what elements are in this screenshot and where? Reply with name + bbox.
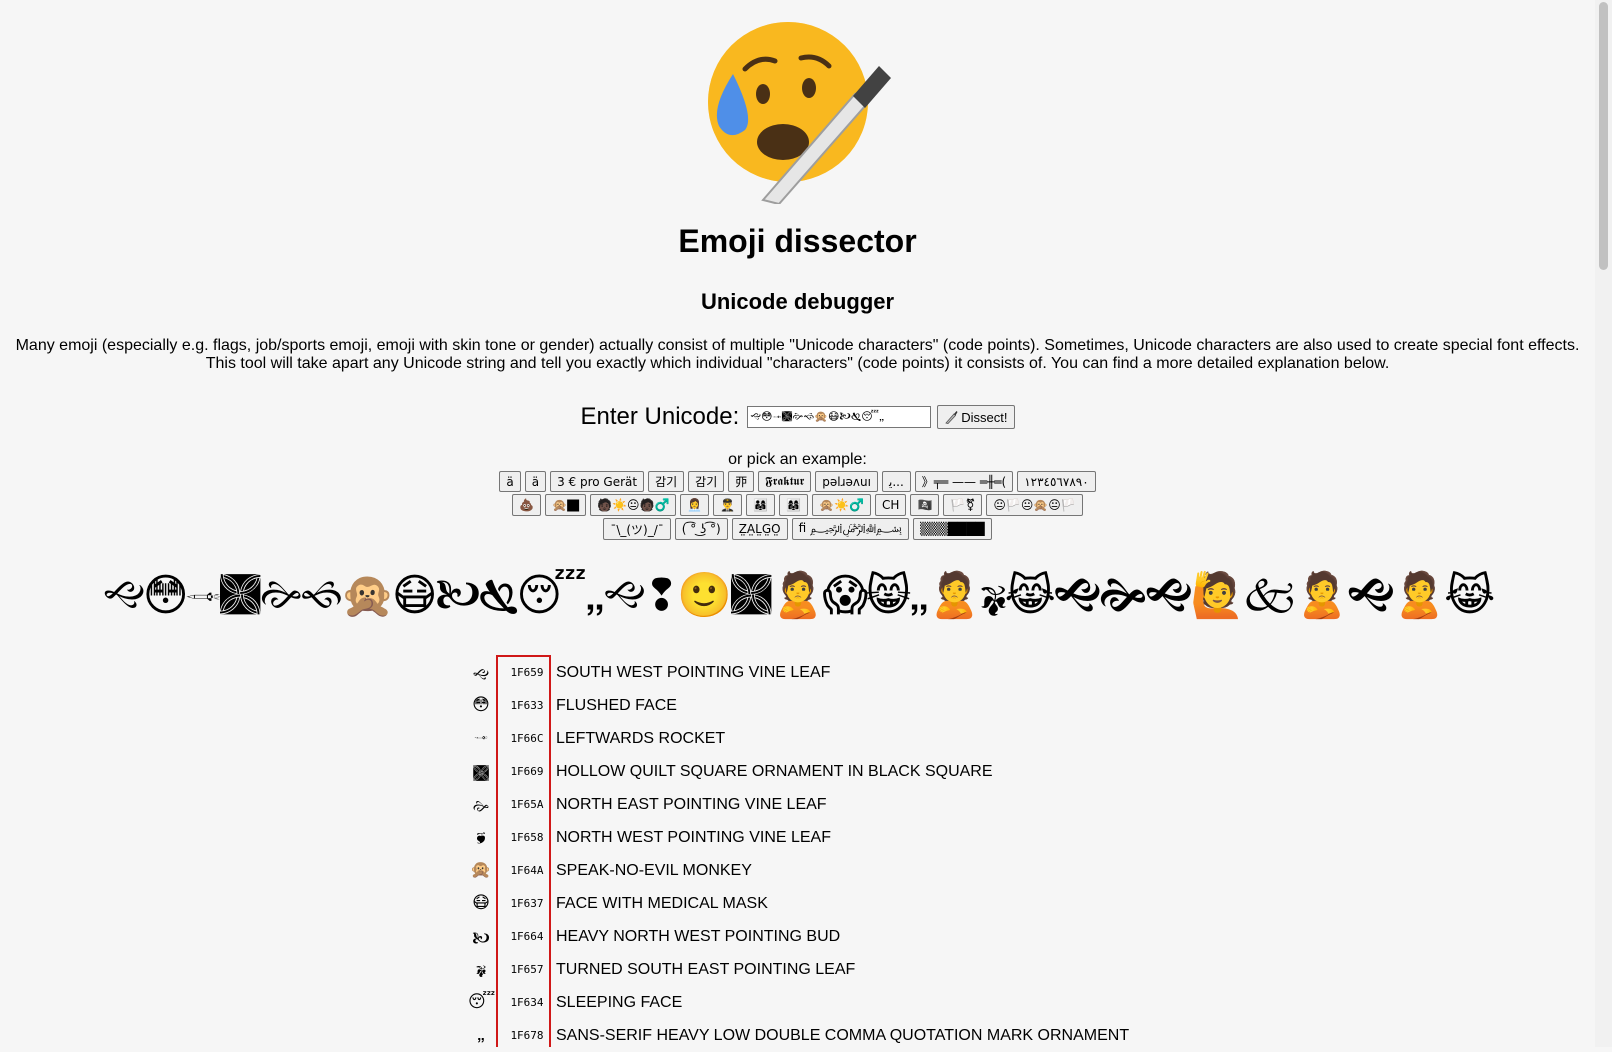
- example-button[interactable]: 》╤═ —— ═╫═(: [914, 471, 1014, 492]
- codepoint-row: 🙩 1F669 HOLLOW QUILT SQUARE ORNAMENT IN …: [468, 755, 1268, 788]
- dissect-label: Dissect!: [961, 409, 1008, 425]
- example-row-1: ä ä 3 € pro Gerät 감기 감기 丣 𝕱𝖗𝖆𝖐𝖙𝖚𝖗 pǝlɹǝʌ…: [0, 471, 1595, 492]
- codepoint-hex[interactable]: 1F659: [506, 666, 548, 679]
- scrollbar-thumb[interactable]: [1599, 2, 1608, 270]
- codepoint-name: SOUTH WEST POINTING VINE LEAF: [556, 664, 831, 681]
- unicode-form: Enter Unicode: 🙙😳🙬🙩🙚🙘🙊😷🙤🙗😴🙸 Dissect!: [0, 402, 1595, 432]
- intro-line-2: This tool will take apart any Unicode st…: [205, 355, 1390, 372]
- codepoint-hex[interactable]: 1F657: [506, 963, 548, 976]
- example-button[interactable]: 3 € pro Gerät: [550, 471, 645, 492]
- example-button[interactable]: 🏴‍☠️: [910, 494, 940, 516]
- codepoint-glyph: 😳: [472, 695, 490, 715]
- example-button[interactable]: ﬁ ﷽: [791, 518, 910, 540]
- codepoint-name: NORTH WEST POINTING VINE LEAF: [556, 829, 831, 846]
- example-button[interactable]: 丣: [728, 471, 755, 492]
- codepoint-name: SPEAK-NO-EVIL MONKEY: [556, 862, 752, 879]
- codepoint-hex[interactable]: 1F678: [506, 1029, 548, 1042]
- page: Emoji dissector Unicode debugger Many em…: [0, 0, 1595, 1047]
- codepoint-name: HEAVY NORTH WEST POINTING BUD: [556, 928, 841, 945]
- codepoint-hex[interactable]: 1F669: [506, 765, 548, 778]
- intro-line-1: Many emoji (especially e.g. flags, job/s…: [15, 337, 1580, 354]
- example-button[interactable]: ▒▒▒████: [913, 518, 992, 540]
- example-button[interactable]: 🙊🏿: [545, 494, 587, 516]
- unicode-input[interactable]: 🙙😳🙬🙩🙚🙘🙊😷🙤🙗😴🙸: [747, 406, 932, 428]
- codepoint-glyph: 🙗: [475, 960, 487, 980]
- codepoint-name: FACE WITH MEDICAL MASK: [556, 895, 768, 912]
- example-button[interactable]: ä: [499, 471, 521, 492]
- codepoint-row: 😳 1F633 FLUSHED FACE: [468, 689, 1268, 722]
- example-button[interactable]: 💩: [512, 494, 542, 516]
- codepoint-row: 🙘 1F658 NORTH WEST POINTING VINE LEAF: [468, 821, 1268, 854]
- codepoint-row: 😴 1F634 SLEEPING FACE: [468, 986, 1268, 1019]
- codepoint-glyph: 🙸: [476, 1025, 486, 1045]
- dissected-string-display: 🙙😳🙬🙩🙚🙘🙊😷🙤🙗😴🙸🙙❢🙂🙩🙎😱😸🙸🙎🙗😹🙝🙞🙝🙋🙵🙎🙝🙎😹: [102, 570, 1496, 621]
- codepoint-row: 🙗 1F657 TURNED SOUTH EAST POINTING LEAF: [468, 953, 1268, 986]
- codepoint-glyph: 🙊: [470, 860, 492, 880]
- example-button[interactable]: 👩‍💼: [680, 494, 710, 516]
- codepoint-hex[interactable]: 1F658: [506, 831, 548, 844]
- codepoint-hex[interactable]: 1F634: [506, 996, 548, 1009]
- example-button[interactable]: 🏳️⚧: [943, 494, 983, 516]
- pick-example-label: or pick an example:: [728, 451, 867, 468]
- example-button[interactable]: 🧑🏿☀️😐🧑🏿♂️: [590, 494, 677, 516]
- example-row-2: 💩 🙊🏿 🧑🏿☀️😐🧑🏿♂️ 👩‍💼 👨‍✈️ 👨‍👩‍👧 👩‍👩‍👧 🙊☀️♂…: [0, 494, 1595, 516]
- codepoint-glyph: 😴: [468, 992, 496, 1012]
- enter-unicode-label: Enter Unicode:: [580, 403, 740, 430]
- codepoint-glyph: 🙚: [472, 797, 490, 817]
- example-button[interactable]: 감기: [648, 471, 685, 492]
- codepoint-list: 🙙 1F659 SOUTH WEST POINTING VINE LEAF 😳 …: [468, 656, 1268, 1052]
- codepoint-row: 🙚 1F65A NORTH EAST POINTING VINE LEAF: [468, 788, 1268, 821]
- codepoint-glyph: 😷: [472, 893, 490, 913]
- example-button[interactable]: 감기: [688, 471, 725, 492]
- example-button[interactable]: ﯾ...: [881, 471, 911, 492]
- codepoint-name: HOLLOW QUILT SQUARE ORNAMENT IN BLACK SQ…: [556, 763, 993, 780]
- codepoint-name: TURNED SOUTH EAST POINTING LEAF: [556, 961, 856, 978]
- codepoint-name: FLUSHED FACE: [556, 697, 677, 714]
- example-button[interactable]: 🙊☀️♂️: [812, 494, 872, 516]
- codepoint-row: 😷 1F637 FACE WITH MEDICAL MASK: [468, 887, 1268, 920]
- codepoint-name: SLEEPING FACE: [556, 994, 683, 1011]
- example-button[interactable]: ¯\_(ツ)_/¯: [603, 518, 671, 540]
- example-button[interactable]: ( ͡° ͜ʖ ͡°): [674, 518, 728, 540]
- codepoint-glyph: 🙩: [472, 764, 490, 784]
- example-button[interactable]: 👨‍👩‍👧: [746, 494, 776, 516]
- example-button[interactable]: 𝕱𝖗𝖆𝖐𝖙𝖚𝖗: [758, 471, 812, 492]
- vertical-scrollbar[interactable]: [1595, 0, 1612, 1047]
- example-button[interactable]: ١٢٣٤٥٦٧٨٩٠: [1017, 471, 1096, 492]
- codepoint-name: NORTH EAST POINTING VINE LEAF: [556, 796, 827, 813]
- example-button[interactable]: 😐🏳️😐🙊😐🏳️: [986, 494, 1083, 516]
- example-button[interactable]: CH: [875, 494, 907, 516]
- codepoint-name: SANS-SERIF HEAVY LOW DOUBLE COMMA QUOTAT…: [556, 1027, 1130, 1044]
- codepoint-hex[interactable]: 1F64A: [506, 864, 548, 877]
- example-button[interactable]: 👩‍👩‍👧: [779, 494, 809, 516]
- example-button[interactable]: Z̤A̤L̤G̤O̤: [731, 518, 788, 540]
- example-button[interactable]: 👨‍✈️: [713, 494, 743, 516]
- codepoint-glyph: 🙘: [476, 828, 486, 848]
- codepoint-row: 🙬 1F66C LEFTWARDS ROCKET: [468, 722, 1268, 755]
- codepoint-hex[interactable]: 1F633: [506, 699, 548, 712]
- emoji-face-with-knife-logo: [708, 22, 891, 204]
- codepoint-row: 🙤 1F664 HEAVY NORTH WEST POINTING BUD: [468, 920, 1268, 953]
- codepoint-row: 🙊 1F64A SPEAK-NO-EVIL MONKEY: [468, 854, 1268, 887]
- codepoint-hex[interactable]: 1F65A: [506, 798, 548, 811]
- example-button[interactable]: ä: [524, 471, 547, 492]
- page-title: Emoji dissector: [678, 223, 917, 259]
- codepoint-name: LEFTWARDS ROCKET: [556, 730, 726, 747]
- example-button[interactable]: pǝlɹǝʌuı: [815, 471, 878, 492]
- dissect-button[interactable]: Dissect!: [937, 405, 1015, 429]
- intro-paragraph: Many emoji (especially e.g. flags, job/s…: [10, 337, 1585, 373]
- knife-icon: [945, 411, 958, 424]
- codepoint-row: 🙸 1F678 SANS-SERIF HEAVY LOW DOUBLE COMM…: [468, 1019, 1268, 1052]
- codepoint-row: 🙙 1F659 SOUTH WEST POINTING VINE LEAF: [468, 656, 1268, 689]
- page-subtitle: Unicode debugger: [700, 289, 895, 314]
- codepoint-hex[interactable]: 1F664: [506, 930, 548, 943]
- codepoint-glyph: 🙬: [474, 728, 488, 748]
- example-row-3: ¯\_(ツ)_/¯ ( ͡° ͜ʖ ͡°) Z̤A̤L̤G̤O̤ ﬁ ﷽ ▒▒▒…: [0, 518, 1595, 540]
- codepoint-glyph: 🙙: [472, 665, 490, 685]
- codepoint-hex[interactable]: 1F637: [506, 897, 548, 910]
- codepoint-glyph: 🙤: [472, 929, 490, 949]
- codepoint-hex[interactable]: 1F66C: [506, 732, 548, 745]
